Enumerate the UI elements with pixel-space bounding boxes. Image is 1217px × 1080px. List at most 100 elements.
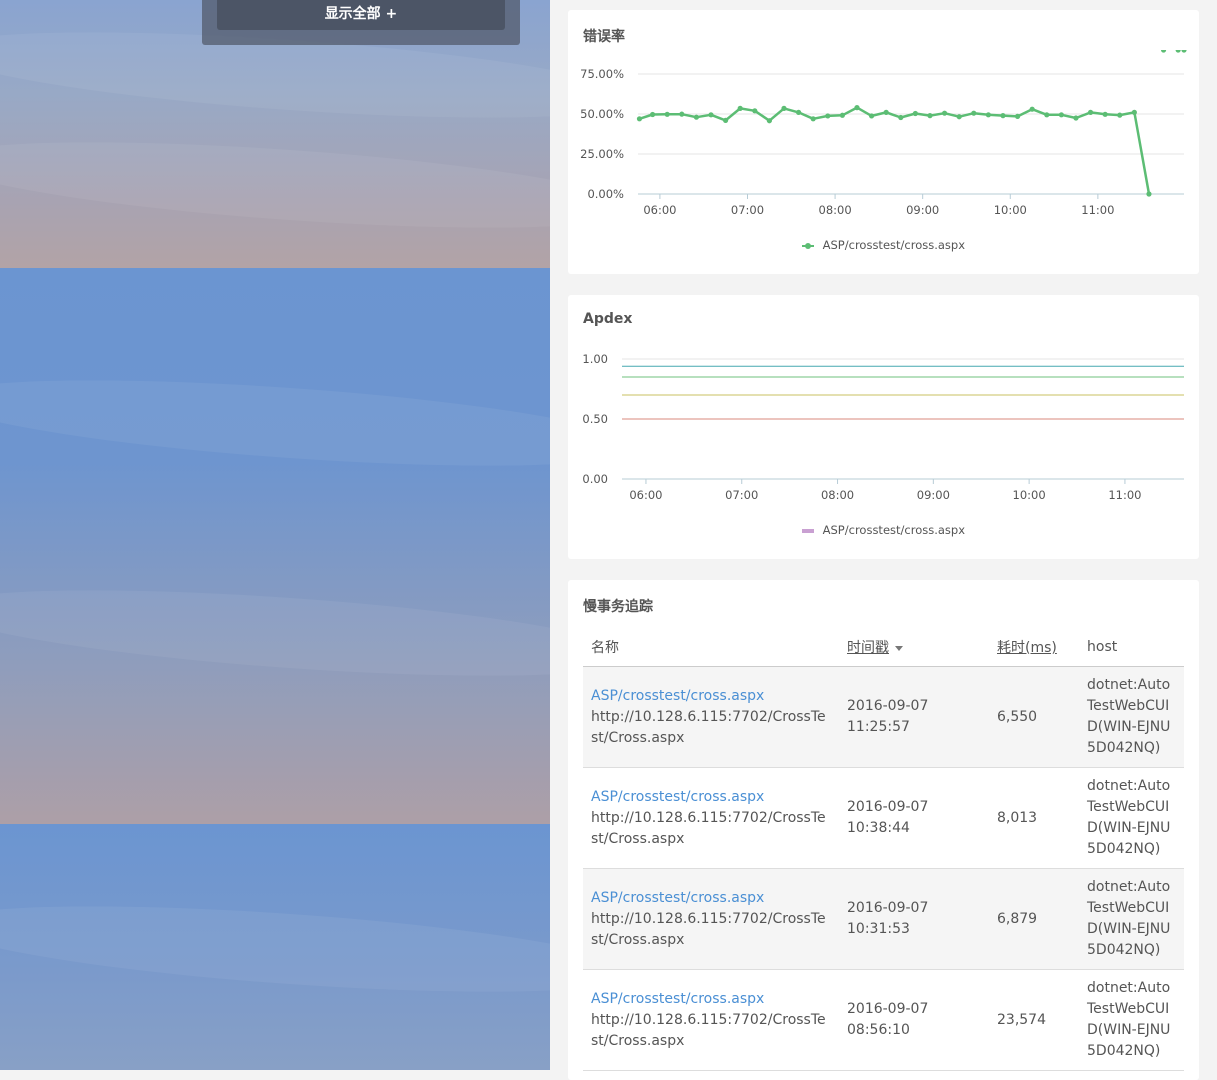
url-text: http://10.128.6.115:7702/CrossTest/Cross… (591, 910, 826, 948)
background-band (0, 824, 550, 1070)
show-all-button[interactable]: 显示全部 + (217, 0, 505, 30)
background-band (0, 268, 550, 824)
duration-cell: 23,574 (989, 969, 1079, 1071)
name-cell: ASP/crosstest/cross.aspx http://10.128.6… (583, 666, 839, 768)
x-tick-label: 07:00 (731, 203, 764, 217)
dropdown-panel: 显示全部 + (202, 0, 520, 45)
legend-line-icon (801, 242, 814, 249)
data-point (737, 105, 743, 111)
url-text: http://10.128.6.115:7702/CrossTest/Cross… (591, 1011, 826, 1049)
series-line (639, 106, 1151, 195)
data-point (649, 111, 656, 118)
data-point (927, 113, 933, 119)
transaction-link[interactable]: ASP/crosstest/cross.aspx (591, 888, 831, 909)
host-cell: dotnet:AutoTestWebCUID(WIN-EJNU5D042NQ) (1079, 666, 1184, 768)
apdex-chart: 0.00 0.50 1.00 06:00 07:00 08:00 09:00 10:00 11:… (582, 352, 1184, 502)
data-point (883, 109, 889, 115)
data-point (810, 116, 816, 122)
y-tick-label: 25.00% (580, 147, 624, 161)
host-cell: dotnet:AutoTestWebCUID(WIN-EJNU5D042NQ) (1079, 868, 1184, 970)
card-title: 慢事务追踪 (583, 599, 653, 615)
data-point (854, 105, 860, 111)
data-point (1102, 111, 1108, 117)
duration-cell: 6,550 (989, 666, 1079, 768)
data-point (1058, 112, 1064, 118)
apdex-card: Apdex 0.00 0.50 1.00 06:00 07:00 08:00 09:00 10… (568, 295, 1199, 559)
x-tick-label: 09:00 (906, 203, 939, 217)
column-header-timestamp[interactable]: 时间戳 (839, 628, 989, 667)
table-row: ASP/crosstest/cross.aspx http://10.128.6… (583, 666, 1184, 768)
table-row: ASP/crosstest/cross.aspx http://10.128.6… (583, 767, 1184, 869)
transaction-link[interactable]: ASP/crosstest/cross.aspx (591, 787, 831, 808)
timestamp-cell: 2016-09-07 10:38:44 (839, 767, 989, 869)
data-point (868, 113, 875, 119)
table-row: ASP/crosstest/cross.aspx http://10.128.6… (583, 969, 1184, 1071)
y-tick-label: 0.00% (587, 187, 624, 201)
column-header-host: host (1079, 628, 1184, 667)
x-tick-label: 09:00 (917, 488, 950, 502)
column-header-name: 名称 (583, 628, 839, 667)
data-point (1175, 50, 1181, 53)
data-point (1073, 115, 1079, 121)
data-point (956, 114, 962, 120)
error-rate-chart: 0.00% 25.00% 50.00% 75.00% 06:00 07:00 08:00 09… (580, 50, 1187, 217)
duration-cell: 8,013 (989, 767, 1079, 869)
y-tick-label: 1.00 (582, 352, 608, 366)
duration-cell: 6,879 (989, 868, 1079, 970)
legend-label: ASP/crosstest/cross.aspx (822, 238, 966, 252)
x-tick-label: 06:00 (629, 488, 662, 502)
data-point (898, 114, 904, 121)
host-cell: dotnet:AutoTestWebCUID(WIN-EJNU5D042NQ) (1079, 969, 1184, 1071)
sort-desc-icon (895, 645, 903, 651)
y-tick-label: 0.50 (582, 412, 608, 426)
chart-legend[interactable]: ASP/crosstest/cross.aspx (568, 238, 1199, 252)
data-point (1044, 112, 1050, 118)
data-point (752, 108, 758, 114)
data-point (1087, 109, 1094, 115)
chart-legend[interactable]: ASP/crosstest/cross.aspx (568, 523, 1199, 537)
data-point (795, 109, 802, 115)
x-tick-label: 06:00 (643, 203, 676, 217)
data-point (1117, 112, 1123, 118)
data-point (1181, 50, 1187, 53)
data-point (693, 114, 699, 120)
x-tick-label: 11:00 (1081, 203, 1114, 217)
y-tick-label: 75.00% (580, 67, 624, 81)
table-header-row: 名称 时间戳 耗时(ms) host (583, 628, 1184, 667)
url-text: http://10.128.6.115:7702/CrossTest/Cross… (591, 708, 826, 746)
data-point (839, 112, 845, 118)
data-point (1160, 50, 1167, 53)
legend-label: ASP/crosstest/cross.aspx (822, 523, 966, 537)
data-point (971, 110, 977, 116)
timestamp-cell: 2016-09-07 08:56:10 (839, 969, 989, 1071)
x-tick-label: 10:00 (1013, 488, 1046, 502)
background-panel: 显示全部 + (0, 0, 550, 1070)
card-title: Apdex (583, 311, 633, 327)
x-tick-label: 08:00 (821, 488, 854, 502)
data-point (766, 118, 772, 124)
data-point (636, 116, 643, 122)
url-text: http://10.128.6.115:7702/CrossTest/Cross… (591, 809, 826, 847)
name-cell: ASP/crosstest/cross.aspx http://10.128.6… (583, 868, 839, 970)
data-point (825, 113, 831, 119)
card-title: 错误率 (583, 29, 625, 45)
data-point (708, 112, 714, 118)
data-point (679, 111, 685, 117)
slow-trace-card: 慢事务追踪 名称 时间戳 耗时(ms) host ASP/crosstest/c… (568, 580, 1199, 1080)
data-point (1014, 113, 1021, 119)
data-point (781, 105, 787, 111)
data-point (664, 111, 670, 117)
column-header-duration[interactable]: 耗时(ms) (989, 628, 1079, 667)
table-row: ASP/crosstest/cross.aspx http://10.128.6… (583, 868, 1184, 970)
y-tick-label: 50.00% (580, 107, 624, 121)
transaction-link[interactable]: ASP/crosstest/cross.aspx (591, 686, 831, 707)
data-point (985, 112, 991, 118)
x-tick-label: 07:00 (725, 488, 758, 502)
timestamp-cell: 2016-09-07 10:31:53 (839, 868, 989, 970)
name-cell: ASP/crosstest/cross.aspx http://10.128.6… (583, 767, 839, 869)
x-tick-label: 08:00 (819, 203, 852, 217)
trace-table: 名称 时间戳 耗时(ms) host ASP/crosstest/cross.a… (583, 628, 1184, 1071)
transaction-link[interactable]: ASP/crosstest/cross.aspx (591, 989, 831, 1010)
data-point (1146, 191, 1152, 197)
timestamp-cell: 2016-09-07 11:25:57 (839, 666, 989, 768)
